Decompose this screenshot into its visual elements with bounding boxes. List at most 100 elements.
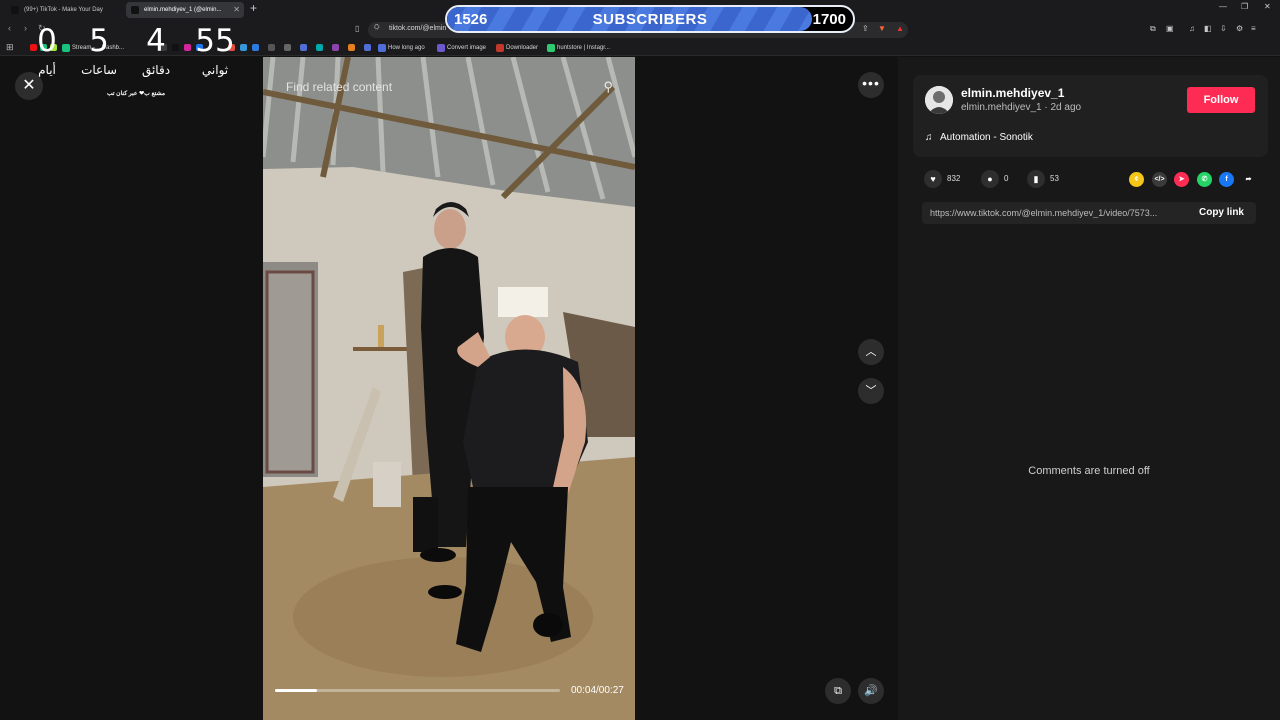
bookmark-label: How long ago: [388, 45, 425, 51]
bookmark-convert-image[interactable]: Convert image: [437, 43, 486, 53]
share-arrow-icon[interactable]: ➦: [1241, 172, 1256, 187]
bookmark-icon[interactable]: [348, 44, 355, 51]
next-video-button[interactable]: ﹀: [858, 378, 884, 404]
countdown-seconds-value: 55: [195, 23, 235, 59]
bookmark-icon[interactable]: [284, 44, 291, 51]
share-page-icon[interactable]: ⇪: [862, 24, 869, 33]
save-count: 53: [1050, 174, 1059, 183]
url-text: tiktok.com/@elmin: [389, 25, 447, 32]
minimize-icon[interactable]: —: [1219, 2, 1227, 11]
heart-icon[interactable]: ♥: [924, 170, 942, 188]
media-icon[interactable]: ♫: [1189, 24, 1195, 33]
copy-link-button[interactable]: Copy link: [1199, 207, 1244, 218]
wallet-icon[interactable]: ▣: [1166, 24, 1174, 33]
countdown-seconds-label: ثواني: [201, 63, 229, 77]
video-frame: [263, 57, 635, 720]
download-icon[interactable]: ⇩: [1220, 24, 1227, 33]
bookmark-icon: [437, 44, 445, 52]
creator-subline: elmin.mehdiyev_1 · 2d ago: [961, 102, 1081, 113]
video-search-box[interactable]: Find related content ⚲: [275, 75, 623, 99]
site-info-icon[interactable]: ⛭: [374, 24, 380, 32]
bookmark-icon[interactable]: [240, 44, 247, 51]
picture-in-picture-button[interactable]: ⧉: [825, 678, 851, 704]
bookmark-icon[interactable]: [364, 44, 371, 51]
follow-button[interactable]: Follow: [1187, 87, 1255, 113]
bookmark-icon[interactable]: [268, 44, 275, 51]
bookmark-icon[interactable]: [332, 44, 339, 51]
previous-video-button[interactable]: ︿: [858, 339, 884, 365]
menu-icon[interactable]: ≡: [1251, 24, 1256, 33]
bookmark-label: Convert image: [447, 45, 487, 51]
tab-title: elmin.mehdiyev_1 (@elmin...: [144, 7, 222, 13]
back-icon[interactable]: ‹: [8, 23, 11, 33]
video-link-box[interactable]: https://www.tiktok.com/@elmin.mehdiyev_1…: [922, 202, 1256, 224]
tiktok-favicon-icon: [11, 6, 19, 14]
chevron-down-icon: ﹀: [865, 385, 877, 397]
video-player[interactable]: [263, 57, 635, 720]
forward-icon[interactable]: ›: [24, 23, 27, 33]
embed-icon[interactable]: </>: [1152, 172, 1167, 187]
countdown-subtitle: مشتع ب❤ عبر كنان تب: [106, 91, 166, 97]
comment-count: 0: [1004, 174, 1009, 183]
bookmark-huntstore[interactable]: huntstore | Instagr...: [547, 43, 610, 53]
vpn-icon[interactable]: ⚙: [1236, 24, 1243, 33]
close-viewer-button[interactable]: ✕: [15, 72, 43, 100]
post-age: 2d ago: [1050, 102, 1082, 113]
music-note-icon: ♫: [925, 132, 933, 143]
apps-grid-icon[interactable]: ⊞: [6, 42, 14, 53]
more-icon: •••: [862, 75, 880, 91]
music-title[interactable]: Automation - Sonotik: [940, 132, 1033, 143]
rewards-icon[interactable]: ▲: [896, 24, 904, 33]
countdown-days-value: 0: [37, 23, 57, 59]
restore-icon[interactable]: ❐: [1241, 2, 1248, 11]
shelf-shape: [353, 347, 408, 351]
search-icon[interactable]: ⚲: [603, 79, 613, 95]
bookmark-icon: [378, 44, 386, 52]
countdown-minutes-label: دقائق: [141, 63, 171, 77]
bookmark-label: huntstore | Instagr...: [557, 45, 610, 51]
more-options-button[interactable]: •••: [858, 72, 884, 98]
brave-shield-icon[interactable]: ▼: [878, 24, 886, 33]
bookmark-icon[interactable]: [316, 44, 323, 51]
subscriber-goal: 1700: [812, 11, 846, 28]
extension-icon[interactable]: ⧉: [1150, 24, 1156, 34]
bookmark-icon[interactable]: [300, 44, 307, 51]
countdown-minutes-value: 4: [146, 23, 166, 59]
screen: (99+) TikTok - Make Your Day elmin.mehdi…: [0, 0, 1280, 720]
like-count: 832: [947, 174, 961, 183]
bookmark-icon: [547, 44, 555, 52]
bookmark-icon: [496, 44, 504, 52]
facebook-icon[interactable]: f: [1219, 172, 1234, 187]
whatsapp-icon[interactable]: ✆: [1197, 172, 1212, 187]
volume-button[interactable]: 🔊: [858, 678, 884, 704]
tiktok-favicon-icon: [131, 6, 139, 14]
close-icon: ✕: [22, 77, 36, 94]
bookmark-icon[interactable]: ▯: [355, 24, 359, 33]
window-close-icon[interactable]: ✕: [1264, 2, 1271, 11]
bookmark-label: Downloader: [506, 45, 539, 51]
sidebar-icon[interactable]: ◧: [1204, 24, 1212, 33]
creator-handle: elmin.mehdiyev_1: [961, 102, 1042, 113]
countdown-hours-value: 5: [89, 23, 109, 59]
video-time: 00:04/00:27: [571, 685, 624, 696]
comment-icon[interactable]: ●: [981, 170, 999, 188]
video-search-placeholder: Find related content: [286, 80, 393, 94]
comments-status: Comments are turned off: [1028, 465, 1150, 477]
subscriber-goal-bar: 1526 SUBSCRIBERS 1700: [445, 5, 855, 33]
bookmark-save-icon[interactable]: ▮: [1027, 170, 1045, 188]
pip-icon: ⧉: [834, 685, 842, 697]
video-progress-bar[interactable]: [275, 689, 560, 692]
coin-share-icon[interactable]: ¢: [1129, 172, 1144, 187]
send-icon[interactable]: ➤: [1174, 172, 1189, 187]
window-shape: [498, 287, 548, 317]
creator-username[interactable]: elmin.mehdiyev_1: [961, 86, 1064, 100]
tab-close-icon[interactable]: ✕: [233, 2, 240, 18]
bookmark-icon[interactable]: [252, 44, 259, 51]
browser-tab-tiktok-home[interactable]: (99+) TikTok - Make Your Day: [6, 2, 122, 18]
browser-tab-profile[interactable]: elmin.mehdiyev_1 (@elmin... ✕: [126, 2, 244, 18]
bookmark-downloader[interactable]: Downloader: [496, 43, 538, 53]
new-tab-button[interactable]: +: [250, 1, 257, 15]
bookmark-how-long-ago[interactable]: How long ago: [378, 43, 425, 53]
tab-title: (99+) TikTok - Make Your Day: [24, 7, 103, 13]
avatar[interactable]: [925, 86, 953, 114]
